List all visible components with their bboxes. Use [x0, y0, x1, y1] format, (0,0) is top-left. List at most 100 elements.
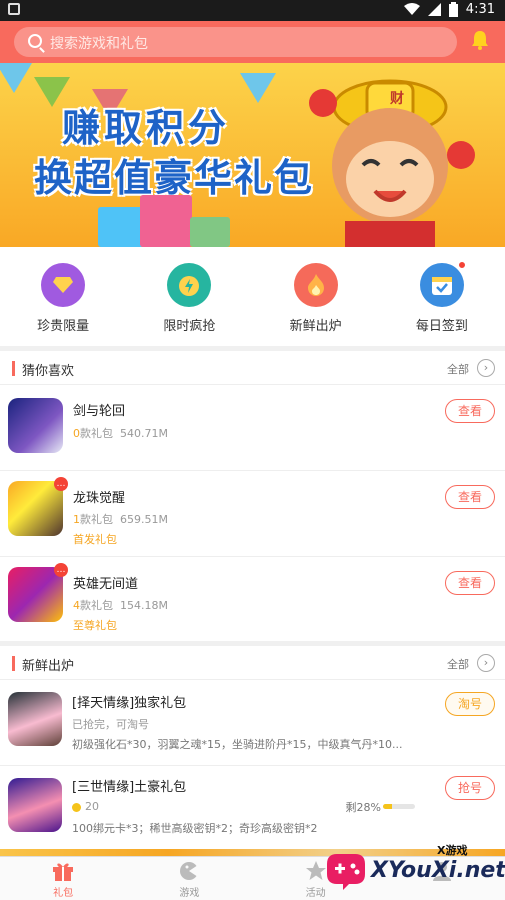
- wifi-icon: [403, 3, 420, 15]
- remaining-progress: [383, 804, 415, 809]
- game-row[interactable]: … 英雄无间道 4款礼包 154.18M 至尊礼包 查看: [0, 557, 505, 643]
- tab-games[interactable]: 游戏: [126, 857, 252, 900]
- tab-label: 礼包: [53, 888, 74, 899]
- quick-entry-checkin[interactable]: 每日签到: [379, 247, 505, 346]
- gift-title: [三世情缘]土豪礼包: [72, 780, 187, 795]
- banner-subline: 换超值豪华礼包: [34, 155, 315, 200]
- gift-count: 1: [73, 513, 80, 526]
- section-accent-bar: [12, 361, 15, 376]
- game-icon: [8, 567, 63, 622]
- section-title: 新鲜出炉: [22, 659, 75, 674]
- coin-icon: [72, 802, 81, 812]
- section-accent-bar: [12, 656, 15, 671]
- quick-entry-label: 珍贵限量: [37, 319, 90, 334]
- search-icon: [28, 34, 42, 48]
- view-button[interactable]: 查看: [445, 485, 495, 509]
- gift-price: 20: [72, 800, 99, 813]
- gift-icon: [53, 863, 74, 881]
- game-name: 剑与轮回: [73, 404, 126, 419]
- chevron-right-icon[interactable]: ›: [477, 359, 495, 377]
- gift-box-illustration: [98, 207, 144, 247]
- gift-count-suffix: 款礼包: [80, 427, 113, 440]
- quick-entry-bar: 珍贵限量 限时疯抢 新鲜出炉 每日签到: [0, 247, 505, 346]
- battery-icon: [448, 2, 458, 17]
- gift-status: 已抢完，可淘号: [72, 718, 149, 731]
- quick-entry-label: 限时疯抢: [163, 319, 216, 334]
- gift-row[interactable]: [择天情缘]独家礼包 已抢完，可淘号 初级强化石*30，羽翼之魂*15，坐骑进阶…: [0, 680, 505, 766]
- gift-tag: 至尊礼包: [73, 619, 117, 632]
- diamond-icon: [41, 263, 86, 307]
- clock-time: 4:31: [465, 2, 495, 17]
- bunting-flag: [240, 73, 276, 103]
- quick-entry-label: 新鲜出炉: [289, 319, 342, 334]
- gift-count-suffix: 款礼包: [80, 599, 113, 612]
- game-name: 龙珠觉醒: [73, 491, 126, 506]
- banner-headline: 赚取积分: [62, 105, 231, 150]
- coin-cost: 20: [85, 800, 99, 813]
- search-placeholder: 搜索游戏和礼包: [50, 36, 148, 52]
- game-icon: [8, 398, 63, 453]
- remaining-progress-fill: [383, 804, 392, 809]
- gift-box-illustration: [190, 217, 230, 247]
- watermark-logo: [327, 854, 365, 890]
- watermark-text: XYouXi.net: [371, 858, 505, 883]
- search-header: 搜索游戏和礼包: [0, 21, 505, 63]
- grab-button[interactable]: 抢号: [445, 776, 495, 800]
- more-badge: …: [54, 477, 68, 491]
- status-bar: 4:31: [0, 0, 505, 21]
- game-name: 英雄无间道: [73, 577, 139, 592]
- game-row[interactable]: … 龙珠觉醒 1款礼包 659.51M 首发礼包 查看: [0, 471, 505, 557]
- section-header: 猜你喜欢 全部 ›: [0, 351, 505, 385]
- bunting-flag: [0, 63, 32, 93]
- gift-count-suffix: 款礼包: [80, 513, 113, 526]
- game-size: 659.51M: [120, 513, 168, 526]
- quick-entry-flash-sale[interactable]: 限时疯抢: [126, 247, 252, 346]
- flame-icon: [293, 263, 338, 307]
- view-button[interactable]: 查看: [445, 571, 495, 595]
- game-meta: 4款礼包 154.18M: [73, 597, 168, 613]
- notification-icon: [8, 3, 20, 15]
- section-title: 猜你喜欢: [22, 364, 75, 379]
- gift-description: 100绑元卡*3；稀世高级密钥*2；奇珍高级密钥*2: [72, 822, 318, 835]
- more-badge: …: [54, 563, 68, 577]
- view-button[interactable]: 查看: [445, 399, 495, 423]
- view-all-link[interactable]: 全部: [447, 361, 469, 377]
- signal-icon: [427, 3, 441, 16]
- tab-gifts[interactable]: 礼包: [0, 857, 126, 900]
- promo-banner[interactable]: 赚取积分 换超值豪华礼包 财: [0, 63, 505, 247]
- notification-dot: [457, 261, 466, 269]
- quick-entry-label: 每日签到: [415, 319, 468, 334]
- pick-button[interactable]: 淘号: [445, 692, 495, 716]
- guess-you-like-section: 猜你喜欢 全部 › 剑与轮回 0款礼包 540.71M 查看 … 龙珠觉醒 1款…: [0, 351, 505, 641]
- game-size: 540.71M: [120, 427, 168, 440]
- game-icon: [8, 692, 62, 746]
- game-meta: 1款礼包 659.51M: [73, 511, 168, 527]
- game-meta: 0款礼包 540.71M: [73, 425, 168, 441]
- gamepad-icon: [180, 862, 199, 880]
- section-header: 新鲜出炉 全部 ›: [0, 646, 505, 680]
- timer-icon: [167, 263, 212, 307]
- game-row[interactable]: 剑与轮回 0款礼包 540.71M 查看: [0, 385, 505, 471]
- site-watermark: X游戏 XYouXi.net: [323, 838, 505, 894]
- gift-count: 0: [73, 427, 80, 440]
- calendar-check-icon: [419, 261, 466, 307]
- search-input[interactable]: 搜索游戏和礼包: [14, 27, 457, 57]
- remaining-label: 剩28%: [345, 801, 381, 814]
- quick-entry-new[interactable]: 新鲜出炉: [253, 247, 379, 346]
- game-icon: [8, 481, 63, 536]
- bell-icon[interactable]: [471, 30, 489, 50]
- banner-seal-char: 财: [390, 91, 404, 107]
- chevron-right-icon[interactable]: ›: [477, 654, 495, 672]
- gift-description: 初级强化石*30，羽翼之魂*15，坐骑进阶丹*15，中级真气丹*10...: [72, 738, 402, 751]
- quick-entry-precious[interactable]: 珍贵限量: [0, 247, 126, 346]
- gift-count: 4: [73, 599, 80, 612]
- gift-box-illustration: [140, 195, 192, 247]
- gift-row[interactable]: [三世情缘]土豪礼包 20 剩28% 100绑元卡*3；稀世高级密钥*2；奇珍高…: [0, 766, 505, 848]
- view-all-link[interactable]: 全部: [447, 656, 469, 672]
- game-size: 154.18M: [120, 599, 168, 612]
- gift-tag: 首发礼包: [73, 533, 117, 546]
- game-icon: [8, 778, 62, 832]
- tab-label: 游戏: [179, 888, 200, 899]
- gift-title: [择天情缘]独家礼包: [72, 696, 187, 711]
- watermark-small-text: X游戏: [437, 844, 468, 857]
